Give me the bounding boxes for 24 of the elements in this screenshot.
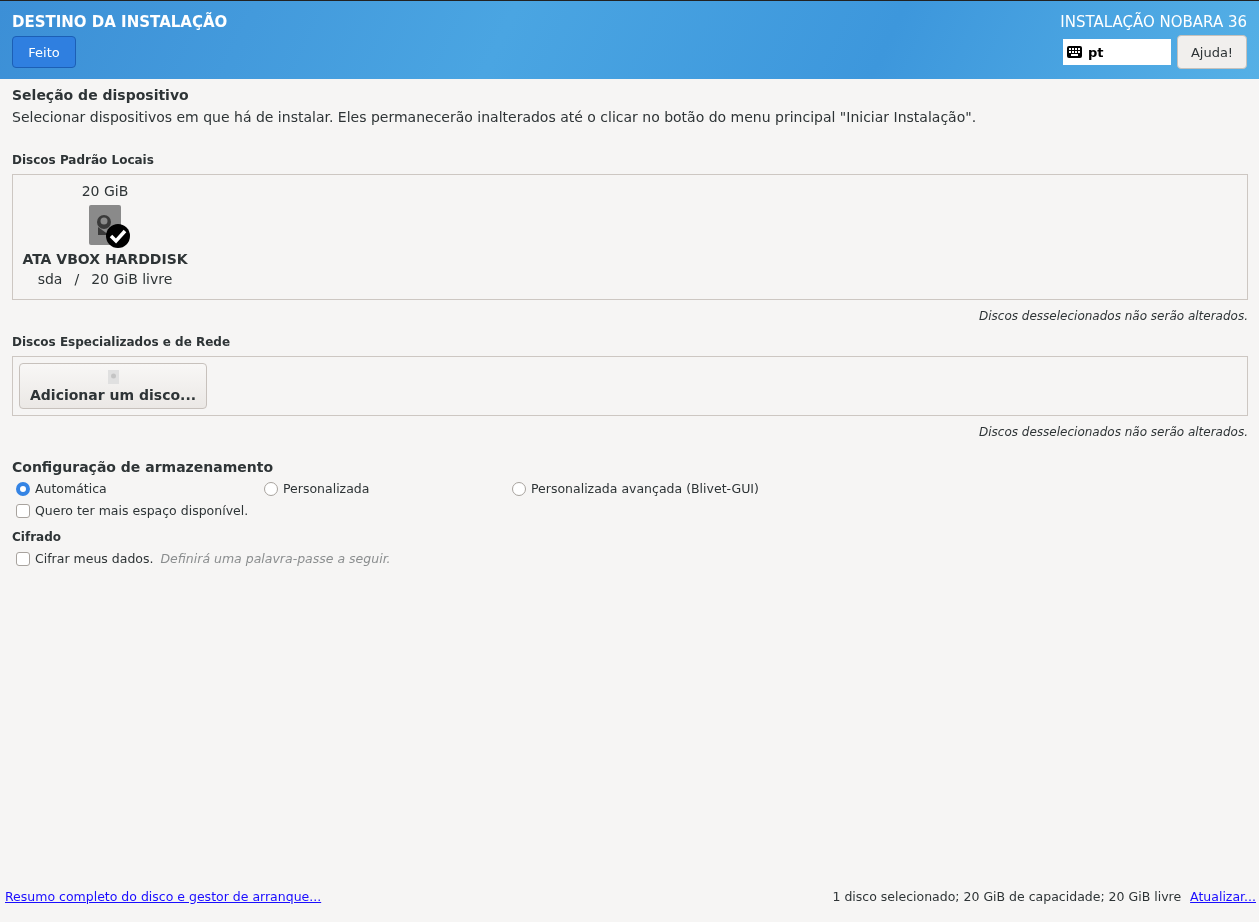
hint-text: Definirá uma palavra-passe a seguir. — [160, 551, 391, 566]
product-title: INSTALAÇÃO NOBARA 36 — [1060, 13, 1247, 31]
section-label: Discos Padrão Locais — [12, 153, 155, 167]
add-disk-button[interactable]: Adicionar um disco... — [19, 363, 208, 409]
status-text: 1 disco selecionado; 20 GiB de capacidade; 20 GiB livre — [832, 888, 1182, 904]
section-label: Cifrado — [12, 530, 62, 544]
hint-text: Discos desselecionados não serão alterados. — [978, 425, 1248, 439]
section-label: Discos Especializados e de Rede — [12, 335, 232, 349]
hint-text: Discos desselecionados não serão alterados. — [978, 309, 1248, 323]
section-title: Configuração de armazenamento — [12, 459, 274, 475]
radio-option[interactable]: Automática — [12, 481, 260, 496]
section-title: Seleção de dispositivo — [12, 87, 190, 103]
checkbox-option[interactable]: Quero ter mais espaço disponível. — [12, 503, 1248, 518]
description-text: Selecionar dispositivos em que há de instalar. Eles permanecerão inalterados até o clicar no botão do menu principal "Iniciar Instalação". — [12, 109, 978, 125]
disk-summary-link[interactable]: Resumo completo do disco e gestor de arranque... — [5, 888, 322, 904]
radio-option[interactable]: Personalizada avançada (Blivet-GUI) — [508, 481, 759, 496]
radio-option[interactable]: Personalizada — [260, 481, 508, 496]
page-title: DESTINO DA INSTALAÇÃO — [12, 13, 228, 31]
checkbox-option[interactable]: Cifrar meus dados. — [12, 551, 154, 566]
keyboard-layout-field[interactable]: pt — [1063, 39, 1171, 65]
done-button[interactable]: Feito — [12, 36, 76, 68]
disk-item[interactable]: 20 GiB ATA VBOX HARDDISK sda / 20 GiB livre — [13, 175, 197, 299]
help-button[interactable]: Ajuda! — [1177, 35, 1247, 69]
refresh-link[interactable]: Atualizar... — [1190, 888, 1256, 904]
